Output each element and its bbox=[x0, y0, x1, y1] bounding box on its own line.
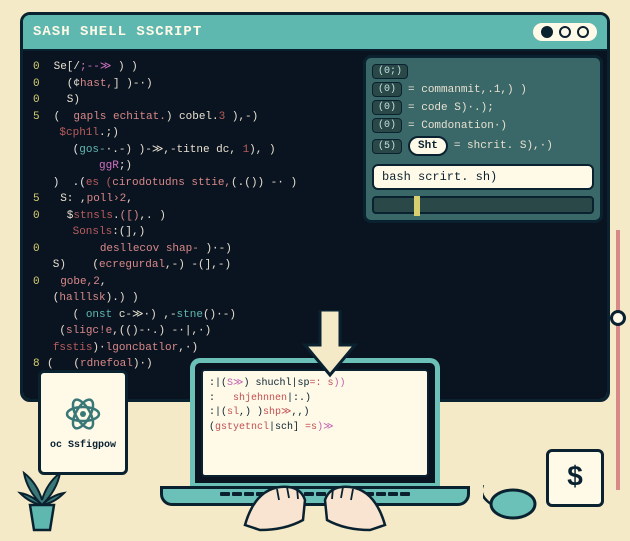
logo-card: oc Ssfigpow bbox=[38, 370, 128, 475]
hands-icon bbox=[235, 475, 395, 535]
panel-text: = shcrit. S),·) bbox=[454, 140, 553, 152]
dollar-icon: $ bbox=[567, 463, 584, 494]
panel-tag: (5) bbox=[372, 139, 402, 154]
atom-icon bbox=[63, 394, 103, 434]
control-dot-1[interactable] bbox=[541, 26, 553, 38]
slider-handle[interactable] bbox=[414, 196, 420, 216]
reference-panel: (0;) (0) = commanmit,.1,) ) (0) = code S… bbox=[363, 55, 603, 223]
sht-pill[interactable]: Sht bbox=[408, 136, 448, 156]
panel-tag: (0) bbox=[372, 100, 402, 115]
logo-label: oc Ssfigpow bbox=[50, 440, 116, 451]
cable-node bbox=[610, 310, 626, 326]
panel-tag: (0) bbox=[372, 82, 402, 97]
panel-row-2: (0) = code S)·.); bbox=[372, 100, 594, 115]
panel-tag: (0;) bbox=[372, 64, 408, 79]
titlebar: SASH SHELL SSCRIPT bbox=[23, 15, 607, 51]
plant-icon bbox=[12, 465, 72, 535]
arrow-down-icon bbox=[300, 310, 360, 380]
panel-row-3: (0) = Comdonation·) bbox=[372, 118, 594, 133]
slider-strip[interactable] bbox=[372, 196, 594, 214]
dollar-card: $ bbox=[546, 449, 604, 507]
control-dot-2[interactable] bbox=[559, 26, 571, 38]
panel-text: = Comdonation·) bbox=[408, 120, 507, 132]
panel-text: = code S)·.); bbox=[408, 102, 494, 114]
panel-row-0: (0;) bbox=[372, 64, 594, 79]
mouse-icon bbox=[483, 485, 538, 523]
panel-row-4: (5) Sht = shcrit. S),·) bbox=[372, 136, 594, 156]
command-input[interactable]: bash scrirt. sh) bbox=[372, 164, 594, 190]
control-dot-3[interactable] bbox=[577, 26, 589, 38]
panel-row-1: (0) = commanmit,.1,) ) bbox=[372, 82, 594, 97]
window-title: SASH SHELL SSCRIPT bbox=[33, 24, 202, 40]
cable bbox=[616, 230, 620, 490]
panel-text: = commanmit,.1,) ) bbox=[408, 84, 527, 96]
laptop-code: :|(S≫) shuchl|sp=: s)) : shjehnnen|:.) :… bbox=[201, 369, 429, 477]
panel-tag: (0) bbox=[372, 118, 402, 133]
window-controls bbox=[533, 23, 597, 41]
